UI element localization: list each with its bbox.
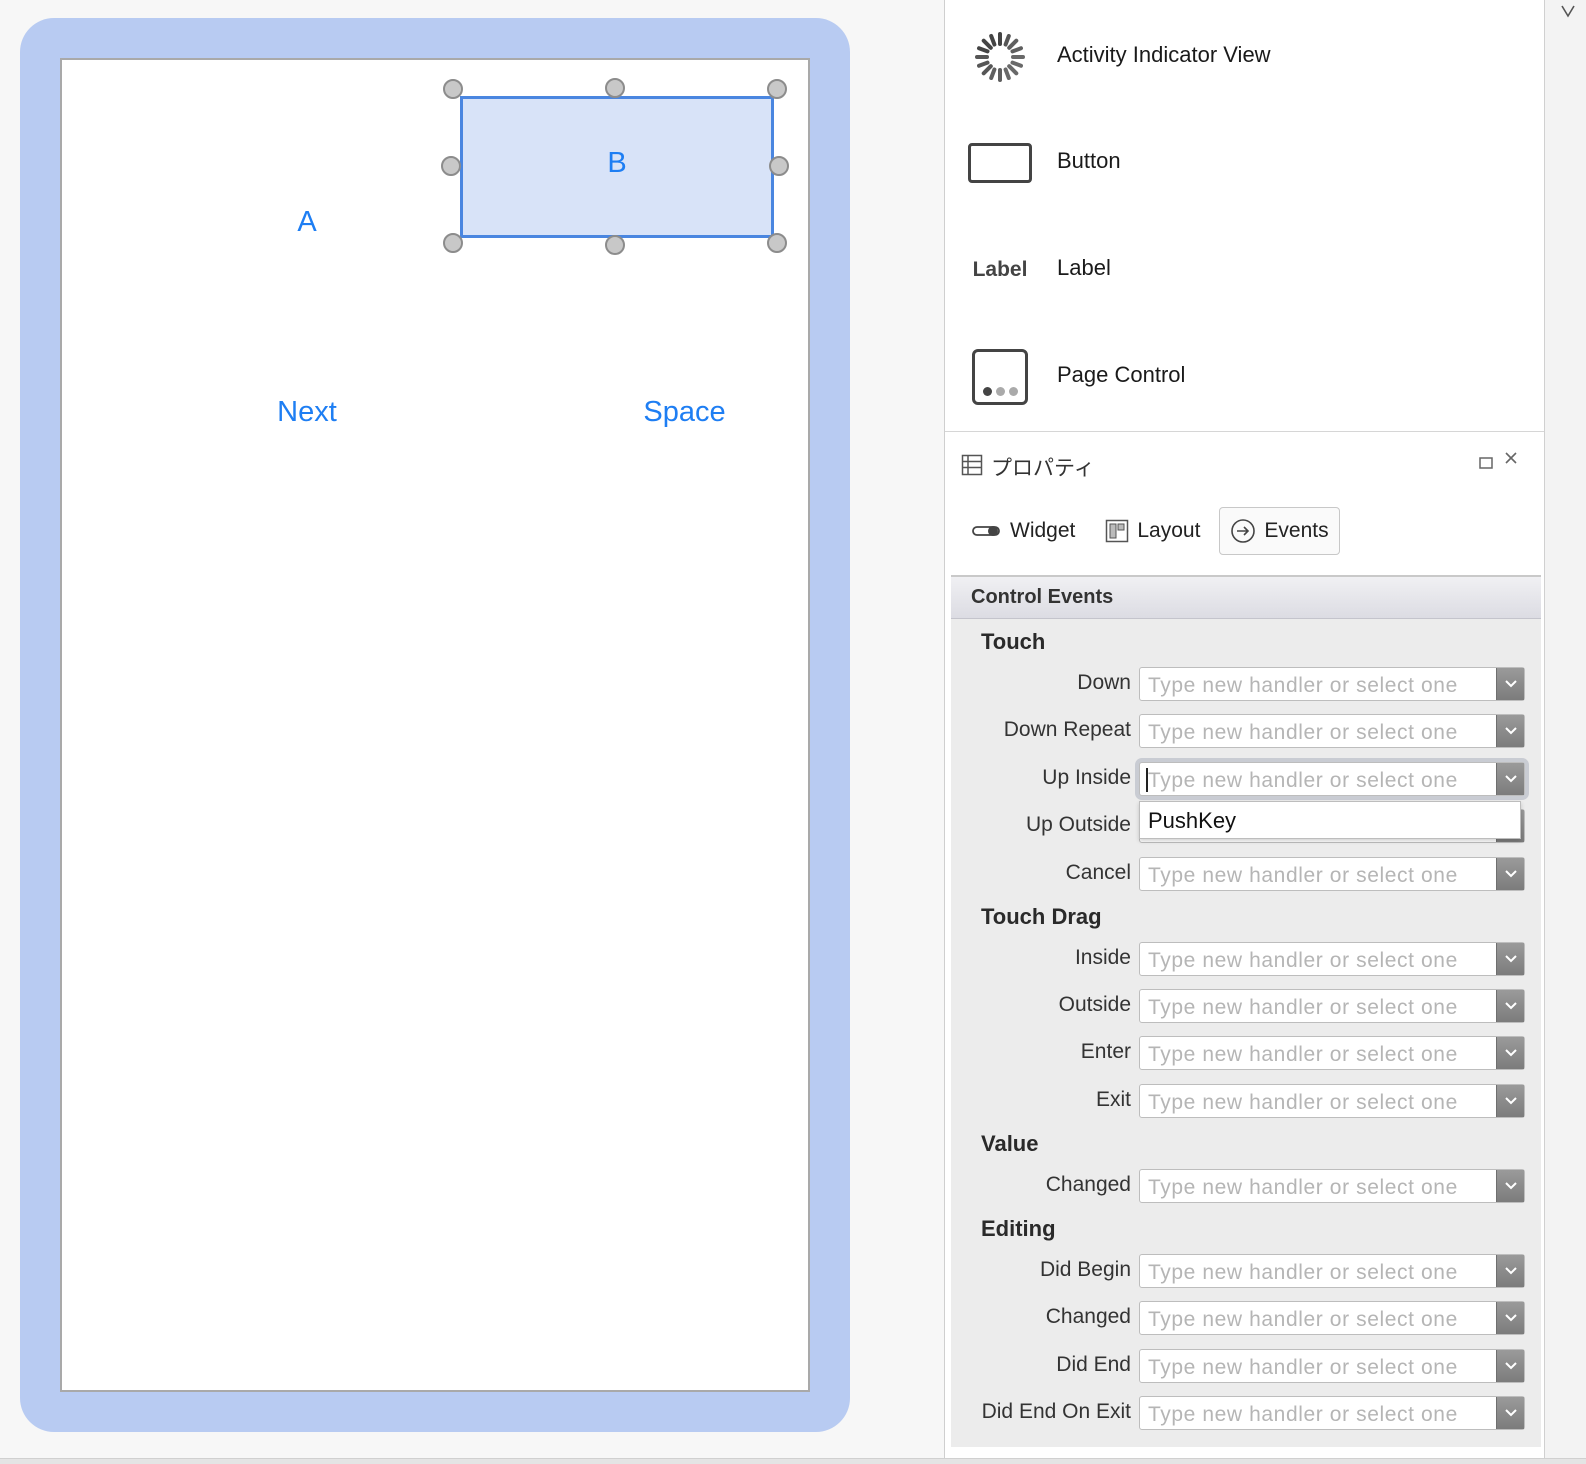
- event-label-drag-outside: Outside: [1058, 993, 1131, 1016]
- section-header[interactable]: Control Events: [951, 577, 1541, 619]
- button-icon: [967, 132, 1033, 194]
- right-edge-strip: [1544, 0, 1586, 1464]
- properties-icon: [961, 454, 983, 481]
- toolbox-item-page-control[interactable]: Page Control: [945, 324, 1545, 430]
- resize-handle-top-left[interactable]: [443, 79, 463, 99]
- event-label-up-inside: Up Inside: [1042, 766, 1131, 789]
- chevron-down-icon[interactable]: [1496, 1170, 1524, 1202]
- tab-label: Layout: [1137, 519, 1201, 542]
- chevron-down-icon[interactable]: [1496, 1350, 1524, 1382]
- resize-handle-bottom-right[interactable]: [767, 233, 787, 253]
- handler-combo-down-repeat[interactable]: Type new handler or select one: [1139, 714, 1525, 748]
- properties-title: プロパティ: [991, 457, 1095, 480]
- tab-events[interactable]: Events: [1219, 507, 1340, 555]
- group-value: Value: [981, 1131, 1039, 1156]
- design-surface[interactable]: A Next Space B: [0, 0, 944, 1464]
- resize-handle-top-right[interactable]: [767, 79, 787, 99]
- event-label-did-begin: Did Begin: [1039, 1258, 1131, 1281]
- button-b-label: B: [607, 147, 627, 179]
- event-label-drag-exit: Exit: [1095, 1088, 1131, 1111]
- handler-combo-editing-changed[interactable]: Type new handler or select one: [1139, 1301, 1525, 1335]
- resize-handle-bottom[interactable]: [605, 235, 625, 255]
- activity-indicator-icon: [967, 26, 1033, 88]
- chevron-down-icon[interactable]: [1496, 668, 1524, 700]
- dropdown-option-pushkey[interactable]: PushKey: [1148, 808, 1236, 834]
- chevron-down-icon[interactable]: [1496, 1302, 1524, 1334]
- chevron-down-icon[interactable]: [1496, 990, 1524, 1022]
- resize-handle-top[interactable]: [605, 78, 625, 98]
- handler-combo-down[interactable]: Type new handler or select one: [1139, 667, 1525, 701]
- chevron-down-icon[interactable]: [1496, 1255, 1524, 1287]
- tab-label: Events: [1264, 519, 1329, 542]
- event-label-editing-changed: Changed: [1045, 1305, 1131, 1328]
- chevron-down-icon[interactable]: [1496, 1037, 1524, 1069]
- group-touch: Touch: [981, 629, 1046, 654]
- handler-combo-drag-inside[interactable]: Type new handler or select one: [1139, 942, 1525, 976]
- handler-combo-did-end[interactable]: Type new handler or select one: [1139, 1349, 1525, 1383]
- handler-combo-did-end-on-exit[interactable]: Type new handler or select one: [1139, 1396, 1525, 1430]
- chevron-down-icon[interactable]: [1496, 763, 1524, 795]
- chevron-down-icon[interactable]: [1496, 715, 1524, 747]
- event-label-drag-enter: Enter: [1080, 1040, 1131, 1063]
- tab-widget[interactable]: Widget: [961, 507, 1086, 555]
- button-a[interactable]: A: [257, 206, 357, 239]
- handler-combo-drag-outside[interactable]: Type new handler or select one: [1139, 989, 1525, 1023]
- resize-handle-right[interactable]: [769, 156, 789, 176]
- event-label-value-changed: Changed: [1045, 1173, 1131, 1196]
- event-label-cancel: Cancel: [1065, 861, 1131, 884]
- tab-layout[interactable]: Layout: [1094, 507, 1211, 555]
- event-label-did-end-on-exit: Did End On Exit: [981, 1400, 1131, 1423]
- resize-handle-bottom-left[interactable]: [443, 233, 463, 253]
- close-icon[interactable]: [1503, 450, 1519, 471]
- handler-combo-value-changed[interactable]: Type new handler or select one: [1139, 1169, 1525, 1203]
- toolbox-item-activity-indicator[interactable]: Activity Indicator View: [945, 4, 1545, 110]
- group-touch-drag: Touch Drag: [981, 904, 1102, 929]
- layout-grid-icon: [1105, 519, 1129, 543]
- maximize-icon[interactable]: [1479, 454, 1493, 475]
- chevron-down-icon[interactable]: [1496, 943, 1524, 975]
- toolbox-item-label: Label: [1057, 255, 1111, 280]
- properties-tabs: Widget Layout Events: [961, 506, 1348, 556]
- chevron-down-icon[interactable]: [1496, 1085, 1524, 1117]
- event-label-did-end: Did End: [1056, 1353, 1131, 1376]
- label-icon: Label: [972, 258, 1028, 281]
- button-space[interactable]: Space: [607, 396, 762, 429]
- handler-combo-drag-exit[interactable]: Type new handler or select one: [1139, 1084, 1525, 1118]
- toolbox-item-label: Page Control: [1057, 362, 1186, 387]
- event-label-down-repeat: Down Repeat: [1003, 718, 1131, 741]
- properties-pad: プロパティ Widget Layout Events Control Event…: [945, 432, 1545, 1464]
- chevron-down-icon[interactable]: [1496, 858, 1524, 890]
- handler-combo-up-inside[interactable]: Type new handler or select one: [1139, 762, 1525, 796]
- toolbox-item-button[interactable]: Button: [945, 110, 1545, 216]
- toolbox-item-label: Activity Indicator View: [1057, 42, 1271, 67]
- collapse-chevron-icon[interactable]: [1559, 2, 1577, 28]
- handler-dropdown-list: PushKey: [1139, 801, 1521, 839]
- page-control-icon: [967, 346, 1033, 408]
- toolbox-item-label[interactable]: Label Label: [945, 217, 1545, 323]
- arrow-circle-icon: [1230, 518, 1256, 544]
- device-screen[interactable]: A Next Space: [60, 58, 810, 1392]
- event-label-down: Down: [1077, 671, 1131, 694]
- chevron-down-icon[interactable]: [1496, 1397, 1524, 1429]
- right-panel: Activity Indicator View Button Label Lab…: [944, 0, 1545, 1464]
- bottom-status-strip: [0, 1458, 1586, 1464]
- event-label-up-outside: Up Outside: [1025, 813, 1131, 836]
- resize-handle-left[interactable]: [441, 156, 461, 176]
- event-label-drag-inside: Inside: [1074, 946, 1131, 969]
- handler-combo-cancel[interactable]: Type new handler or select one: [1139, 857, 1525, 891]
- handler-combo-drag-enter[interactable]: Type new handler or select one: [1139, 1036, 1525, 1070]
- widget-toggle-icon: [972, 524, 1002, 538]
- button-next[interactable]: Next: [247, 396, 367, 429]
- properties-header: プロパティ: [961, 452, 1095, 482]
- group-editing: Editing: [981, 1216, 1056, 1241]
- button-b-selected[interactable]: B: [460, 96, 774, 238]
- tab-label: Widget: [1010, 519, 1076, 542]
- toolbox: Activity Indicator View Button Label Lab…: [945, 4, 1545, 432]
- toolbox-item-label: Button: [1057, 148, 1121, 173]
- control-events-panel: Control Events Touch Down Type new handl…: [951, 575, 1541, 1447]
- handler-combo-did-begin[interactable]: Type new handler or select one: [1139, 1254, 1525, 1288]
